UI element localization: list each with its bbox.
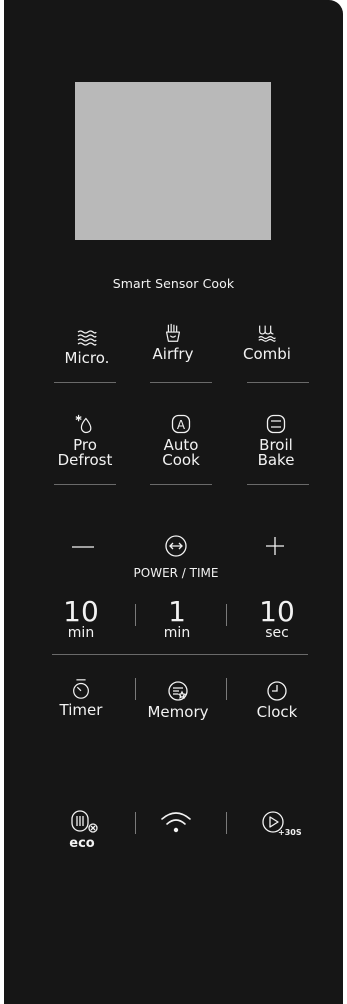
airfry-button[interactable]: Airfry [133,322,213,362]
combi-waves-icon [258,325,276,342]
combi-button[interactable]: Combi [227,322,307,362]
time-key-value: 10 [259,595,295,628]
airfry-label: Airfry [152,345,194,363]
divider [135,812,136,834]
plus-icon [266,537,284,555]
display-screen [75,82,271,240]
section-divider [52,654,308,655]
eco-label: eco [69,836,95,851]
eco-button[interactable]: eco [62,809,106,853]
combi-underline [247,382,309,383]
memory-label: Memory [147,703,209,721]
letter-a-icon: A [171,414,191,434]
fries-icon [165,323,181,342]
minus-button[interactable] [70,536,98,558]
divider [135,604,136,626]
time-key-value: 1 [168,595,186,628]
divider [226,812,227,834]
svg-text:A: A [177,418,186,432]
plus-button[interactable] [263,534,287,558]
broil-bake-underline [247,484,309,485]
add-10-min-button[interactable]: 10 min [41,595,121,641]
add-10-sec-button[interactable]: 10 sec [237,595,317,641]
start-plus30-button[interactable]: +30S [262,810,302,840]
broil-bake-button[interactable]: Broil Bake [236,413,316,468]
oven-icon [266,414,286,434]
memory-icon [168,681,188,701]
eco-icon [71,810,98,833]
wifi-button[interactable] [159,810,193,836]
stopwatch-icon [73,679,89,699]
waves-icon [77,330,97,346]
time-key-unit: min [67,625,95,641]
broil-bake-line2: Bake [257,451,295,469]
divider [135,678,136,700]
pro-defrost-line2: Defrost [57,451,113,469]
micro-underline [54,382,116,383]
minus-icon [72,546,94,548]
smart-sensor-cook-label: Smart Sensor Cook [112,276,235,291]
time-key-unit: min [163,625,191,641]
divider [226,678,227,700]
add-1-min-button[interactable]: 1 min [137,595,217,641]
combi-label: Combi [243,345,291,363]
power-time-label: POWER / TIME [133,566,219,580]
pro-defrost-button[interactable]: Pro Defrost [45,413,125,468]
timer-label: Timer [59,701,103,719]
auto-cook-line2: Cook [162,451,200,469]
clock-button[interactable]: Clock [237,680,317,720]
timer-button[interactable]: Timer [41,678,121,718]
pro-defrost-underline [54,484,116,485]
micro-button[interactable]: Micro. [47,326,127,366]
wifi-icon [161,812,191,833]
power-time-button[interactable] [163,533,189,559]
snowflake-drop-icon [75,414,92,434]
micro-label: Micro. [64,349,110,367]
divider [226,604,227,626]
time-key-unit: sec [265,625,289,641]
clock-label: Clock [256,703,298,721]
airfry-underline [150,382,212,383]
auto-cook-button[interactable]: A Auto Cook [141,413,221,468]
auto-cook-underline [150,484,212,485]
power-time-dial-icon [165,535,187,557]
clock-icon [267,681,287,701]
time-key-value: 10 [63,595,99,628]
plus30-label: +30S [278,828,302,837]
control-panel: Smart Sensor Cook Micro. Airfry Combi Pr… [4,0,343,1004]
memory-button[interactable]: Memory [138,680,218,720]
